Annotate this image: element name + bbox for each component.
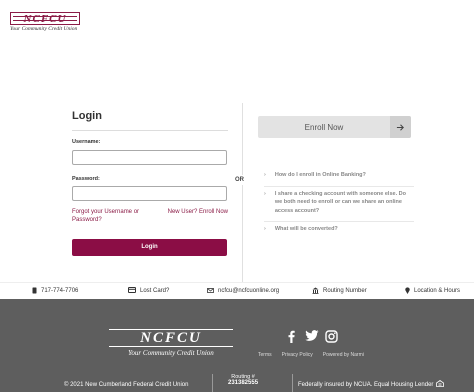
username-label: Username:	[72, 139, 101, 145]
login-panel: Login Username: Password: Forgot your Us…	[72, 110, 228, 256]
login-links: Forgot your Username or Password? New Us…	[72, 208, 228, 225]
footer-links: Terms Privacy Policy Powered by Narmi	[258, 352, 364, 358]
faq-question: What will be converted?	[274, 226, 338, 233]
footer-logo-wordmark: NCFCU	[109, 329, 233, 347]
faq-question: How do I enroll in Online Banking?	[274, 172, 366, 178]
ncua-notice: Federally insured by NCUA. Equal Housing…	[298, 380, 445, 389]
instagram-icon[interactable]	[325, 330, 338, 346]
lost-card-label: Lost Card?	[140, 288, 170, 294]
username-input[interactable]	[72, 149, 227, 165]
vertical-divider	[242, 103, 243, 283]
enroll-now-label: Enroll Now	[304, 122, 344, 132]
contact-info-bar: 717-774-7706 Lost Card? ncfcu@ncfcuonlin…	[0, 282, 474, 299]
equal-housing-icon	[436, 380, 445, 389]
ncfcu-logo[interactable]: NCFCU Your Community Credit Union	[10, 12, 80, 32]
site-footer: NCFCU Your Community Credit Union Terms …	[0, 299, 474, 392]
or-label: OR	[234, 175, 245, 185]
lost-card-link[interactable]: Lost Card?	[128, 287, 169, 295]
footer-logo[interactable]: NCFCU Your Community Credit Union	[109, 329, 233, 357]
insured-text: Federally insured by NCUA. Equal Housing…	[298, 381, 434, 388]
email-link[interactable]: ncfcu@ncfcuonline.org	[207, 287, 280, 295]
phone-number: 717-774-7706	[41, 288, 79, 294]
enroll-now-button[interactable]: Enroll Now	[258, 116, 411, 138]
routing-number-label: Routing Number	[323, 288, 367, 294]
terms-link[interactable]: Terms	[258, 352, 272, 358]
chevron-right-icon: ›	[264, 172, 266, 178]
chevron-right-icon: ›	[264, 190, 266, 197]
faq-item[interactable]: › How do I enroll in Online Banking?	[264, 168, 414, 187]
login-button[interactable]: Login	[72, 238, 227, 256]
login-title: Login	[72, 110, 102, 122]
privacy-policy-link[interactable]: Privacy Policy	[282, 352, 313, 358]
twitter-icon[interactable]	[305, 330, 319, 346]
faq-item[interactable]: › I share a checking account with someon…	[264, 187, 414, 223]
bank-icon	[312, 287, 319, 296]
footer-separator	[292, 374, 293, 392]
arrow-right-icon	[390, 116, 411, 138]
password-label: Password:	[72, 175, 100, 182]
locations-label: Location & Hours	[414, 288, 461, 294]
logo-tagline: Your Community Credit Union	[10, 26, 78, 32]
faq-question: I share a checking account with someone …	[274, 190, 406, 214]
faq-list: › How do I enroll in Online Banking? › I…	[264, 168, 414, 240]
powered-by-link[interactable]: Powered by Narmi	[323, 352, 364, 358]
map-pin-icon	[405, 286, 410, 296]
faq-item[interactable]: › What will be converted?	[264, 222, 414, 240]
password-input[interactable]	[72, 186, 227, 201]
routing-number-link[interactable]: Routing Number	[312, 287, 367, 296]
phone-icon	[32, 287, 37, 296]
locations-link[interactable]: Location & Hours	[405, 286, 461, 296]
credit-card-icon	[128, 287, 136, 295]
chevron-right-icon: ›	[264, 226, 266, 233]
login-divider	[72, 130, 228, 131]
social-links	[285, 330, 338, 346]
routing-number: 231382555	[228, 380, 259, 386]
footer-separator	[212, 374, 213, 392]
phone-link[interactable]: 717-774-7706	[32, 287, 78, 296]
email-address: ncfcu@ncfcuonline.org	[218, 288, 280, 294]
footer-bottom: © 2021 New Cumberland Federal Credit Uni…	[0, 372, 474, 392]
mail-icon	[207, 287, 214, 295]
logo-wordmark: NCFCU	[10, 12, 80, 25]
forgot-credentials-link[interactable]: Forgot your Username or Password?	[72, 208, 152, 225]
footer-logo-tagline: Your Community Credit Union	[128, 349, 214, 357]
new-user-enroll-link[interactable]: New User? Enroll Now	[168, 208, 228, 225]
facebook-icon[interactable]	[285, 330, 298, 346]
routing-info: Routing # 231382555	[228, 374, 258, 386]
copyright-text: © 2021 New Cumberland Federal Credit Uni…	[64, 382, 189, 388]
